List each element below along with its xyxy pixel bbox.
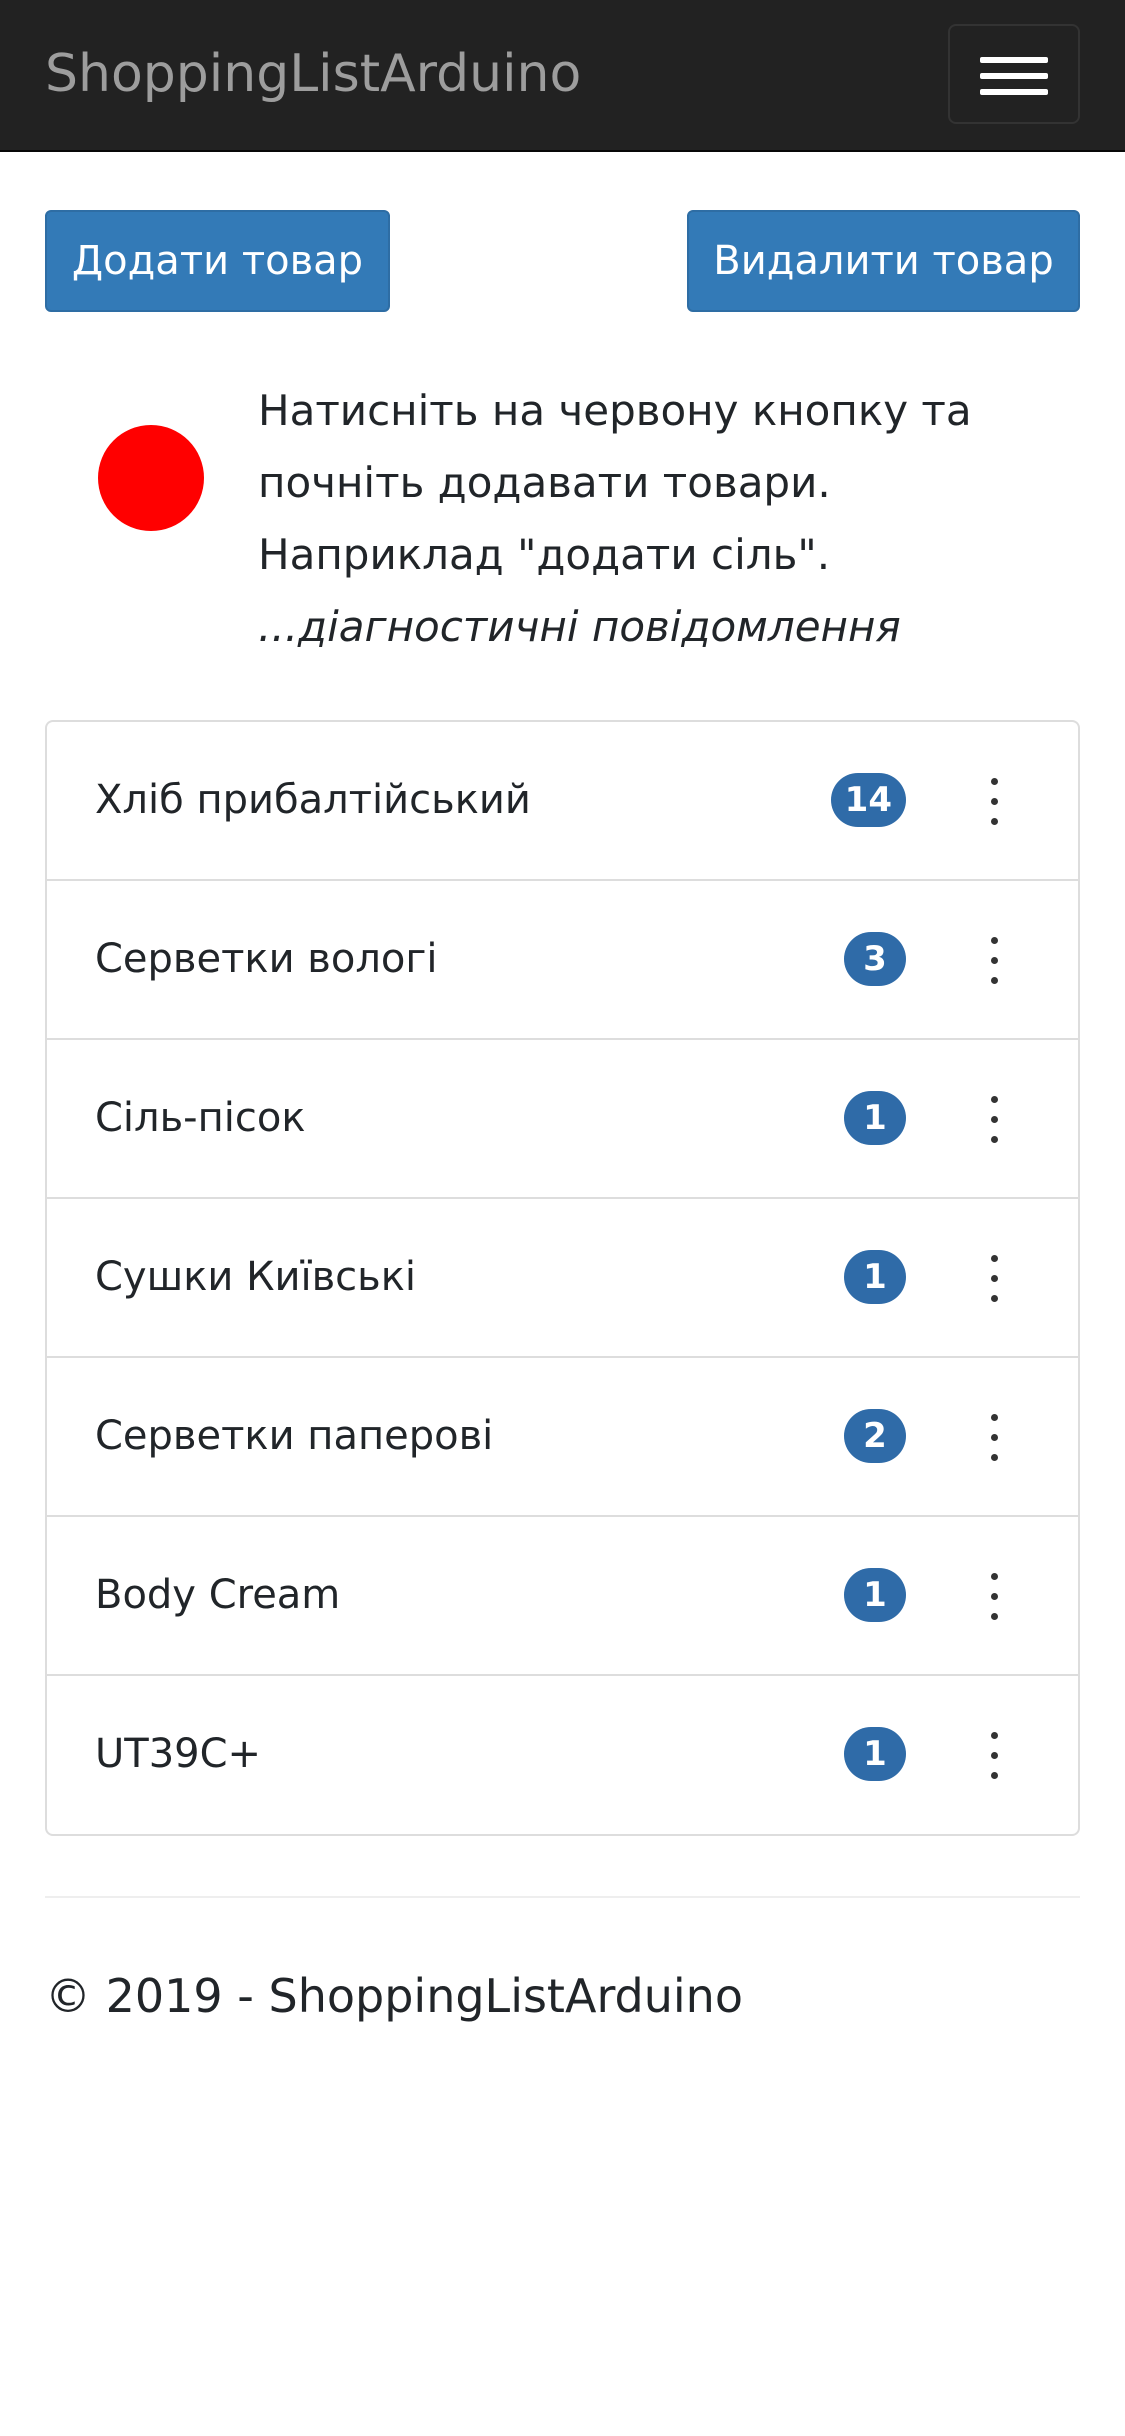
more-options-icon[interactable] [982, 1414, 1006, 1462]
record-indicator-button[interactable] [98, 425, 204, 531]
list-item[interactable]: Сушки Київські 1 [47, 1199, 1078, 1358]
footer-divider [45, 1896, 1080, 1898]
item-count-badge: 1 [844, 1250, 906, 1304]
more-options-icon[interactable] [982, 1732, 1006, 1780]
item-count-badge: 1 [844, 1727, 906, 1781]
more-options-icon[interactable] [982, 1096, 1006, 1144]
item-name: Серветки паперові [95, 1413, 494, 1459]
list-item[interactable]: Сіль-пісок 1 [47, 1040, 1078, 1199]
hint-line-3: Наприклад "додати сіль". [258, 530, 831, 579]
shopping-list: Хліб прибалтійський 14 Серветки вологі 3… [45, 720, 1080, 1836]
list-item[interactable]: Серветки паперові 2 [47, 1358, 1078, 1517]
hint-line-1: Натисніть на червону кнопку та [258, 386, 972, 435]
item-name: Серветки вологі [95, 936, 438, 982]
hamburger-menu-icon[interactable] [948, 24, 1080, 124]
item-name: Сушки Київські [95, 1254, 416, 1300]
more-options-icon[interactable] [982, 1573, 1006, 1621]
item-count-badge: 1 [844, 1091, 906, 1145]
more-options-icon[interactable] [982, 1255, 1006, 1303]
item-count-badge: 2 [844, 1409, 906, 1463]
list-item[interactable]: Body Cream 1 [47, 1517, 1078, 1676]
item-name: Хліб прибалтійський [95, 777, 531, 823]
item-name: Сіль-пісок [95, 1095, 306, 1141]
item-count-badge: 1 [844, 1568, 906, 1622]
brand-link[interactable]: ShoppingListArduino [45, 42, 581, 106]
item-name: Body Cream [95, 1572, 341, 1618]
list-item[interactable]: UT39C+ 1 [47, 1676, 1078, 1834]
more-options-icon[interactable] [982, 778, 1006, 826]
diagnostics-message: ...діагностичні повідомлення [258, 602, 901, 651]
more-options-icon[interactable] [982, 937, 1006, 985]
footer-text: © 2019 - ShoppingListArduino [45, 1969, 743, 2023]
instruction-text: Натисніть на червону кнопку та почніть д… [258, 375, 1078, 663]
item-count-badge: 3 [844, 932, 906, 986]
item-count-badge: 14 [830, 773, 906, 827]
hint-line-2: почніть додавати товари. [258, 458, 831, 507]
navbar: ShoppingListArduino [0, 0, 1125, 152]
add-item-button[interactable]: Додати товар [45, 210, 390, 312]
delete-item-button[interactable]: Видалити товар [687, 210, 1080, 312]
item-name: UT39C+ [95, 1731, 262, 1777]
list-item[interactable]: Серветки вологі 3 [47, 881, 1078, 1040]
list-item[interactable]: Хліб прибалтійський 14 [47, 722, 1078, 881]
